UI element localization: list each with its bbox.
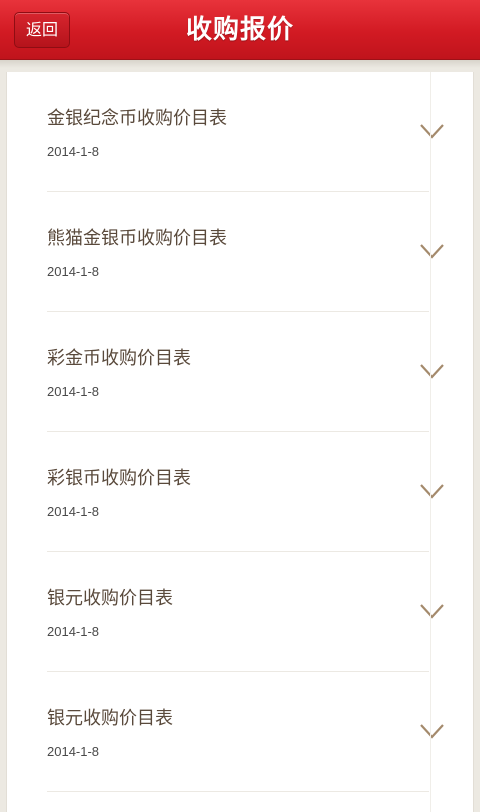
page-title: 收购报价 (185, 15, 294, 45)
list-item[interactable]: 熊猫金银币收购价目表 2014-1-8 (47, 192, 444, 312)
list-item[interactable]: 彩金币收购价目表 2014-1-8 (47, 312, 444, 432)
item-title: 彩金币收购价目表 (47, 348, 191, 369)
app-header: 返回 收购报价 (0, 0, 480, 60)
item-date: 2014-1-8 (47, 264, 100, 279)
chevron-down-icon[interactable] (419, 722, 445, 740)
chevron-down-icon[interactable] (419, 482, 445, 500)
price-list-card: 金银纪念币收购价目表 2014-1-8 熊猫金银币收购价目表 2014-1-8 … (6, 72, 474, 812)
item-title: 金银纪念币收购价目表 (47, 108, 227, 129)
list-item[interactable]: 银元收购价目表 2014-1-8 (47, 552, 444, 672)
item-date: 2014-1-8 (47, 744, 100, 759)
header-shadow (0, 60, 480, 68)
item-date: 2014-1-8 (47, 384, 100, 399)
list-item[interactable]: 银元收购价目表 2014-1-8 (47, 672, 444, 792)
item-title: 银元收购价目表 (47, 708, 173, 729)
item-title: 银元收购价目表 (47, 588, 173, 609)
price-list: 金银纪念币收购价目表 2014-1-8 熊猫金银币收购价目表 2014-1-8 … (7, 72, 473, 792)
chevron-down-icon[interactable] (419, 362, 445, 380)
list-item[interactable]: 金银纪念币收购价目表 2014-1-8 (47, 72, 444, 192)
list-item[interactable]: 彩银币收购价目表 2014-1-8 (47, 432, 444, 552)
chevron-down-icon[interactable] (419, 242, 445, 260)
item-date: 2014-1-8 (47, 504, 100, 519)
item-title: 彩银币收购价目表 (47, 468, 191, 489)
chevron-down-icon[interactable] (419, 602, 445, 620)
back-button[interactable]: 返回 (14, 12, 70, 48)
chevron-down-icon[interactable] (419, 122, 445, 140)
item-date: 2014-1-8 (47, 624, 100, 639)
item-title: 熊猫金银币收购价目表 (47, 228, 227, 249)
item-date: 2014-1-8 (47, 144, 100, 159)
